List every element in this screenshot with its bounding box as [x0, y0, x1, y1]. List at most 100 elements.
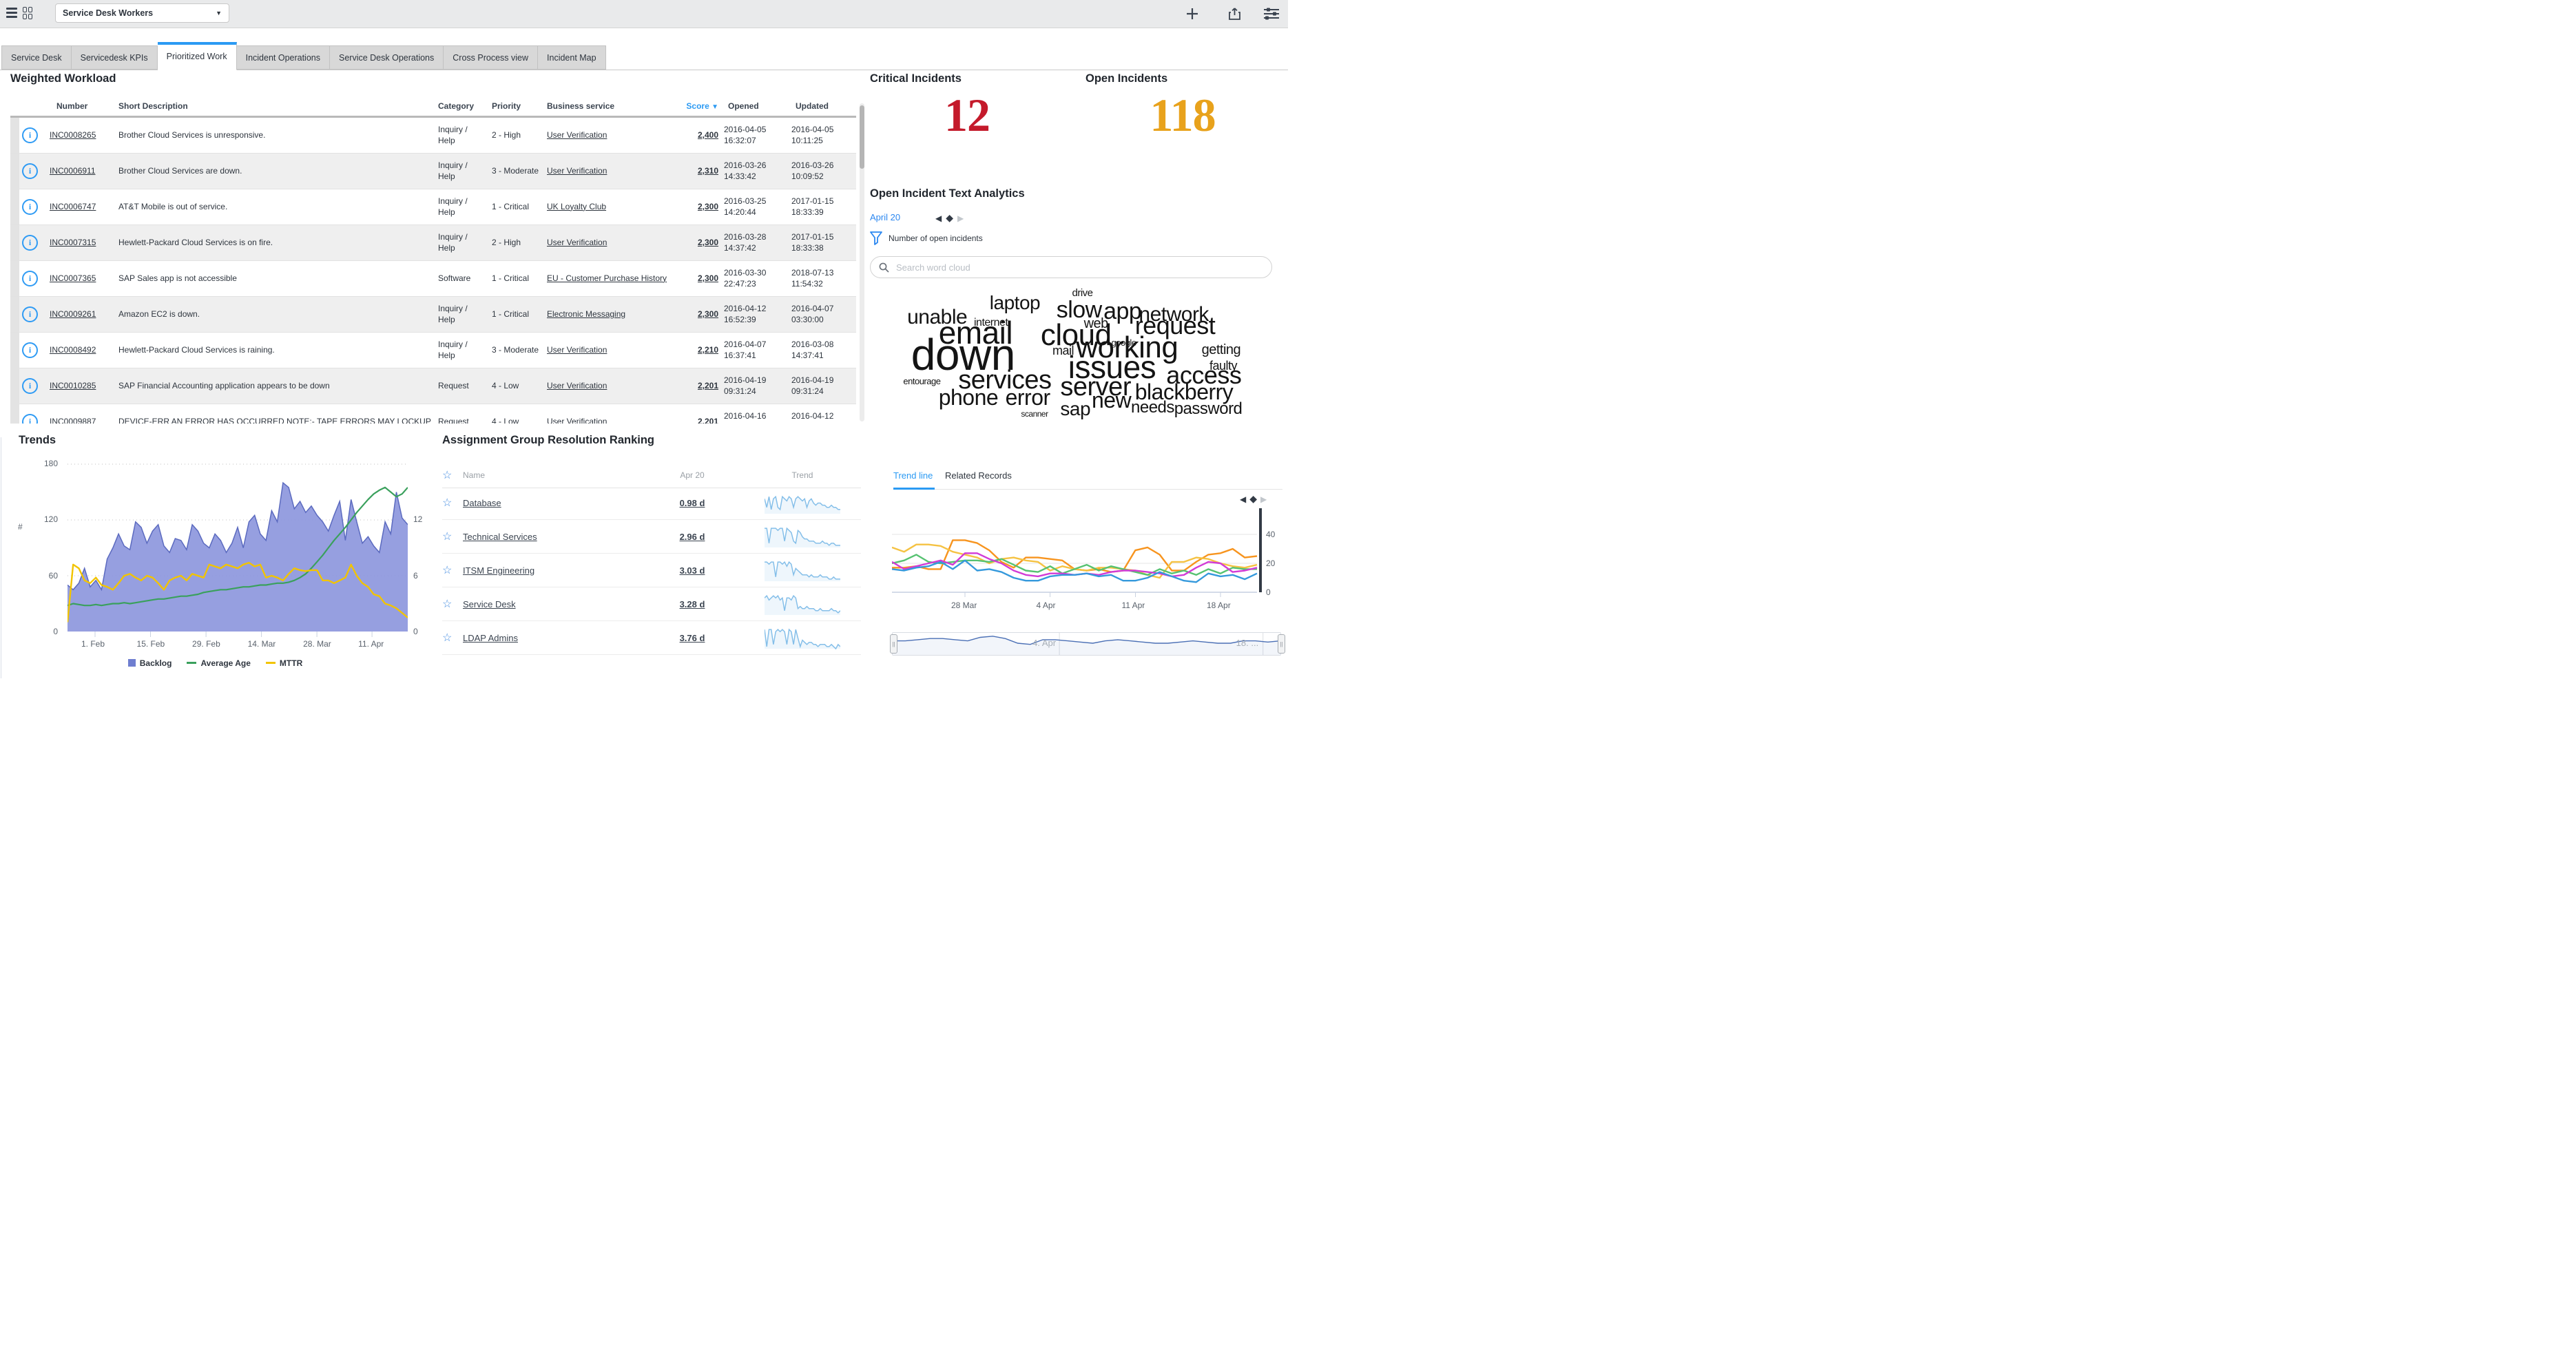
step-back-icon[interactable]: ◀	[935, 213, 946, 223]
share-icon[interactable]	[1225, 5, 1243, 23]
col-number[interactable]: Number	[47, 98, 116, 116]
score-link[interactable]: 2,300	[698, 273, 718, 283]
tab-servicedesk-kpis[interactable]: Servicedesk KPIs	[72, 45, 158, 70]
app-grid-icon[interactable]	[23, 7, 33, 19]
legend-mttr[interactable]: MTTR	[266, 658, 302, 668]
business-service-link[interactable]: User Verification	[547, 166, 607, 176]
business-service-link[interactable]: User Verification	[547, 381, 607, 390]
star-icon[interactable]: ☆	[442, 496, 463, 510]
business-service-link[interactable]: Electronic Messaging	[547, 309, 625, 319]
date-selector[interactable]: April 20	[870, 212, 900, 222]
incident-number-link[interactable]: INC0009887	[50, 417, 96, 424]
cloud-word[interactable]: needs	[1131, 401, 1174, 415]
business-service-link[interactable]: EU - Customer Purchase History	[547, 273, 667, 283]
incident-number-link[interactable]: INC0009261	[50, 309, 96, 319]
settings-sliders-icon[interactable]	[1263, 5, 1280, 23]
tab-incident-map[interactable]: Incident Map	[538, 45, 606, 70]
trend-step-forward-icon[interactable]: ▶	[1260, 494, 1270, 504]
business-service-link[interactable]: User Verification	[547, 238, 607, 247]
group-name-link[interactable]: Technical Services	[463, 532, 537, 542]
star-icon[interactable]: ☆	[442, 530, 463, 543]
resolution-value-link[interactable]: 3.28 d	[680, 599, 705, 609]
tab-incident-operations[interactable]: Incident Operations	[237, 45, 330, 70]
col-opened[interactable]: Opened	[721, 98, 789, 116]
cloud-word[interactable]: password	[1174, 402, 1243, 416]
col-short-description[interactable]: Short Description	[116, 98, 435, 116]
info-icon[interactable]: i	[22, 163, 38, 179]
score-link[interactable]: 2,300	[698, 309, 718, 319]
incident-number-link[interactable]: INC0008265	[50, 130, 96, 140]
business-service-link[interactable]: User Verification	[547, 345, 607, 355]
info-icon[interactable]: i	[22, 199, 38, 215]
cloud-word[interactable]: getting	[1202, 344, 1241, 356]
cloud-word[interactable]: error	[1006, 388, 1050, 407]
tab-related-records[interactable]: Related Records	[945, 470, 1012, 481]
info-icon[interactable]: i	[22, 235, 38, 251]
step-forward-icon[interactable]: ▶	[957, 213, 968, 223]
col-category[interactable]: Category	[435, 98, 489, 116]
score-link[interactable]: 2,300	[698, 202, 718, 211]
star-icon[interactable]: ☆	[442, 597, 463, 611]
table-scrollbar-thumb[interactable]	[860, 105, 864, 169]
navigator-right-handle[interactable]: ||	[1278, 634, 1285, 654]
cloud-word[interactable]: phone	[939, 388, 998, 407]
business-service-link[interactable]: User Verification	[547, 417, 607, 424]
star-icon[interactable]: ☆	[442, 631, 463, 645]
ranking-col-name[interactable]: Name	[463, 470, 641, 480]
cloud-word[interactable]: scanner	[1021, 410, 1048, 417]
search-input[interactable]	[895, 262, 1263, 273]
col-business-service[interactable]: Business service	[544, 98, 672, 116]
info-icon[interactable]: i	[22, 306, 38, 322]
info-icon[interactable]: i	[22, 342, 38, 358]
tab-service-desk-operations[interactable]: Service Desk Operations	[330, 45, 444, 70]
cloud-word[interactable]: sap	[1060, 401, 1090, 417]
resolution-value-link[interactable]: 3.76 d	[680, 633, 705, 643]
col-updated[interactable]: Updated	[789, 98, 856, 116]
col-priority[interactable]: Priority	[489, 98, 544, 116]
resolution-value-link[interactable]: 0.98 d	[680, 498, 705, 508]
ranking-col-value[interactable]: Apr 20	[680, 470, 704, 480]
trend-step-back-icon[interactable]: ◀	[1240, 494, 1249, 504]
score-link[interactable]: 2,400	[698, 130, 718, 140]
add-icon[interactable]	[1183, 5, 1201, 23]
group-name-link[interactable]: ITSM Engineering	[463, 565, 534, 576]
incident-number-link[interactable]: INC0007365	[50, 273, 96, 283]
tab-prioritized-work[interactable]: Prioritized Work	[158, 42, 237, 70]
incident-number-link[interactable]: INC0008492	[50, 345, 96, 355]
table-scrollbar[interactable]	[860, 103, 864, 421]
cloud-word[interactable]: new	[1092, 391, 1131, 410]
incident-number-link[interactable]: INC0006747	[50, 202, 96, 211]
incident-number-link[interactable]: INC0010285	[50, 381, 96, 390]
tab-trend-line[interactable]: Trend line	[893, 470, 933, 481]
group-name-link[interactable]: LDAP Admins	[463, 633, 518, 643]
resolution-value-link[interactable]: 2.96 d	[680, 532, 705, 542]
info-icon[interactable]: i	[22, 414, 38, 424]
time-slider-bar[interactable]	[1259, 508, 1262, 592]
trend-play-icon[interactable]: ◆	[1249, 493, 1260, 504]
play-icon[interactable]: ◆	[946, 212, 957, 223]
info-icon[interactable]: i	[22, 127, 38, 143]
ranking-col-trend[interactable]: Trend	[792, 470, 813, 480]
tab-cross-process-view[interactable]: Cross Process view	[444, 45, 538, 70]
resolution-value-link[interactable]: 3.03 d	[680, 565, 705, 576]
cloud-word[interactable]: laptop	[990, 295, 1040, 311]
legend-backlog[interactable]: Backlog	[128, 658, 172, 668]
score-link[interactable]: 2,300	[698, 238, 718, 247]
col-score-sorted[interactable]: Score ▼	[672, 98, 721, 116]
star-icon[interactable]: ☆	[442, 468, 463, 482]
group-name-link[interactable]: Database	[463, 498, 501, 508]
legend-average-age[interactable]: Average Age	[187, 658, 250, 668]
filter-row[interactable]: Number of open incidents	[870, 231, 983, 245]
incident-number-link[interactable]: INC0007315	[50, 238, 96, 247]
hamburger-menu-icon[interactable]	[6, 8, 17, 19]
trend-navigator[interactable]	[892, 632, 1281, 656]
group-name-link[interactable]: Service Desk	[463, 599, 516, 609]
incident-number-link[interactable]: INC0006911	[50, 166, 96, 176]
business-service-link[interactable]: User Verification	[547, 130, 607, 140]
info-icon[interactable]: i	[22, 378, 38, 394]
word-cloud-search[interactable]	[870, 256, 1272, 278]
info-icon[interactable]: i	[22, 271, 38, 286]
score-link[interactable]: 2,201	[698, 381, 718, 390]
navigator-left-handle[interactable]: ||	[890, 634, 897, 654]
business-service-link[interactable]: UK Loyalty Club	[547, 202, 606, 211]
